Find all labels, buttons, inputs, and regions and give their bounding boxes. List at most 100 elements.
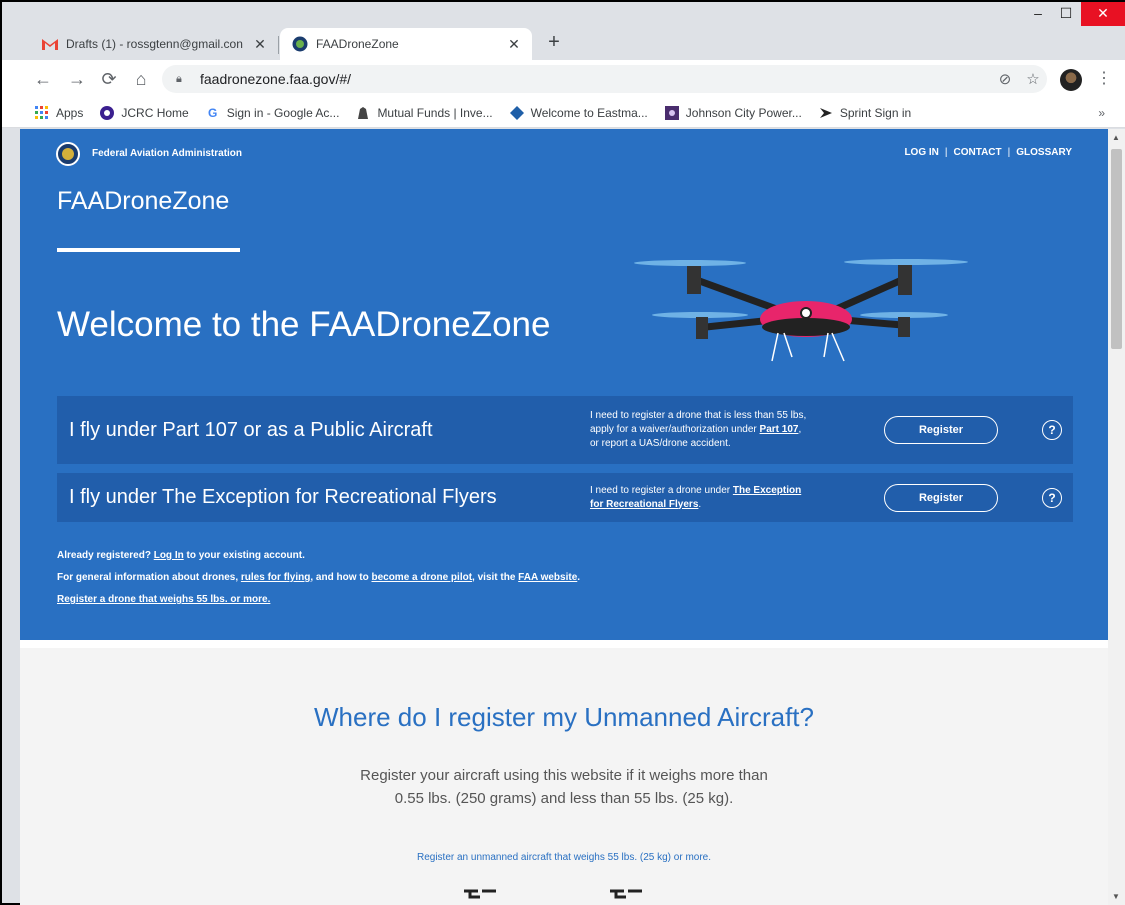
reload-icon[interactable]: ⟳ [98, 68, 120, 90]
scroll-down-arrow-icon[interactable]: ▼ [1112, 892, 1120, 901]
bookmark-mutual-funds[interactable]: Mutual Funds | Inve... [355, 105, 493, 121]
close-window-button[interactable]: ✕ [1081, 2, 1125, 26]
bookmark-jcp[interactable]: Johnson City Power... [664, 105, 802, 121]
note-line: Already registered? Log In to your exist… [57, 545, 580, 567]
desc-text: I need to register a drone under [590, 484, 733, 496]
jcp-icon [664, 105, 680, 121]
option-label: I fly under The Exception for Recreation… [69, 486, 497, 508]
tab-faadronezone[interactable]: FAADroneZone ✕ [280, 28, 532, 60]
home-icon[interactable]: ⌂ [130, 68, 152, 90]
rotor-blade [844, 259, 968, 265]
landing-gear [771, 332, 793, 362]
note-text: to your existing account. [183, 550, 305, 561]
landing-gear [823, 332, 845, 362]
apps-grid-icon [34, 105, 50, 121]
faa-website-link[interactable]: FAA website [518, 572, 577, 583]
help-icon[interactable]: ? [1042, 487, 1062, 508]
forward-arrow-icon[interactable]: → [66, 68, 88, 90]
bookmark-eastman[interactable]: Welcome to Eastma... [509, 105, 648, 121]
profile-avatar[interactable] [1060, 69, 1082, 91]
vertical-scrollbar[interactable]: ▲ ▼ [1108, 129, 1125, 905]
bookmark-star-icon[interactable]: ☆ [1019, 70, 1047, 88]
desc-line: for Recreational Flyers. [590, 498, 801, 512]
glossary-link[interactable]: GLOSSARY [1016, 147, 1072, 158]
close-tab-icon[interactable]: ✕ [250, 36, 270, 53]
window-controls: – ☐ ✕ [1023, 2, 1125, 32]
more-menu-icon[interactable]: ⋮ [1096, 68, 1112, 88]
maximize-button[interactable]: ☐ [1053, 2, 1079, 26]
contact-link[interactable]: CONTACT [954, 147, 1002, 158]
hero-section: Federal Aviation Administration LOG IN |… [20, 129, 1108, 640]
drone-icon [464, 889, 496, 899]
back-arrow-icon[interactable]: ← [32, 68, 54, 90]
gmail-icon [42, 36, 58, 52]
motor [898, 317, 910, 337]
link-separator: | [1007, 147, 1011, 158]
desc-line: or report a UAS/drone accident. [590, 438, 731, 449]
bookmark-label: Johnson City Power... [685, 105, 802, 120]
motor [696, 317, 708, 339]
lock-icon: 🔒︎ [176, 72, 182, 85]
become-pilot-link[interactable]: become a drone pilot [371, 572, 472, 583]
register-55lbs-link[interactable]: Register an unmanned aircraft that weigh… [20, 852, 1108, 863]
eye-off-icon[interactable]: ⊘ [991, 70, 1019, 88]
tab-title: Drafts (1) - rossgtenn@gmail.con [66, 37, 243, 51]
address-bar[interactable]: 🔒︎ faadronezone.faa.gov/#/ ⊘ ☆ [162, 65, 1047, 93]
scroll-up-arrow-icon[interactable]: ▲ [1112, 133, 1120, 142]
bookmark-label: Sprint Sign in [839, 105, 912, 120]
rules-for-flying-link[interactable]: rules for flying [241, 572, 310, 583]
sprint-icon [818, 105, 834, 121]
register-heavy-drone-link[interactable]: Register a drone that weighs 55 lbs. or … [57, 594, 270, 605]
drone-illustration [634, 259, 968, 362]
desc-line: apply for a waiver/authorization under P… [590, 423, 806, 437]
welcome-heading: Welcome to the FAADroneZone [57, 305, 551, 344]
faa-seal-icon [292, 36, 308, 52]
option-part107: I fly under Part 107 or as a Public Airc… [57, 396, 1073, 464]
browser-toolbar: ← → ⟳ ⌂ 🔒︎ faadronezone.faa.gov/#/ ⊘ ☆ ⋮ [2, 60, 1125, 98]
note-text: , visit the [472, 572, 519, 583]
scrollbar-thumb[interactable] [1111, 149, 1122, 349]
part107-link[interactable]: Part 107 [760, 424, 799, 435]
bookmark-label: Mutual Funds | Inve... [377, 105, 493, 120]
note-text: , and how to [310, 572, 372, 583]
drone-arm [692, 275, 784, 315]
browser-window: Drafts (1) - rossgtenn@gmail.con ✕ FAADr… [0, 0, 1125, 905]
bookmark-google[interactable]: G Sign in - Google Ac... [205, 105, 339, 121]
note-text: For general information about drones, [57, 572, 241, 583]
tab-strip: Drafts (1) - rossgtenn@gmail.con ✕ FAADr… [2, 2, 1125, 60]
close-tab-icon[interactable]: ✕ [504, 36, 524, 53]
rotor-blade [634, 260, 746, 266]
bookmark-sprint[interactable]: Sprint Sign in [818, 105, 911, 121]
section-divider [20, 640, 1108, 648]
top-links: LOG IN | CONTACT | GLOSSARY [904, 147, 1072, 158]
bookmark-apps[interactable]: Apps [34, 105, 83, 121]
faa-seal-icon[interactable] [56, 142, 80, 166]
desc-text: apply for a waiver/authorization under [590, 424, 760, 435]
recreational-flyers-link[interactable]: for Recreational Flyers [590, 499, 698, 510]
option-description: I need to register a drone that is less … [590, 409, 806, 451]
minimize-button[interactable]: – [1025, 2, 1051, 26]
bookmarks-overflow-icon[interactable]: » [1098, 106, 1105, 120]
help-icon[interactable]: ? [1042, 420, 1062, 440]
bookmark-label: JCRC Home [121, 105, 189, 120]
login-link[interactable]: LOG IN [904, 147, 938, 158]
agency-name[interactable]: Federal Aviation Administration [92, 148, 242, 159]
note-text: . [577, 572, 581, 583]
exception-link[interactable]: The Exception [733, 485, 801, 496]
drone-camera [800, 307, 812, 319]
tab-gmail[interactable]: Drafts (1) - rossgtenn@gmail.con ✕ [30, 28, 278, 60]
new-tab-button[interactable]: + [542, 30, 566, 54]
login-inline-link[interactable]: Log In [154, 550, 184, 561]
desc-line: I need to register a drone under The Exc… [590, 484, 801, 498]
register-part107-button[interactable]: Register [884, 416, 998, 444]
register-recreational-button[interactable]: Register [884, 483, 998, 512]
tab-title: FAADroneZone [316, 37, 399, 51]
desc-line: Register your aircraft using this websit… [360, 767, 768, 784]
brand-underline [57, 248, 240, 252]
motor [687, 266, 701, 294]
drone-arm [830, 275, 906, 315]
bookmark-jcrc[interactable]: JCRC Home [99, 105, 189, 121]
note-line: Register a drone that weighs 55 lbs. or … [57, 589, 580, 611]
option-description: I need to register a drone under The Exc… [590, 484, 801, 512]
site-brand: FAADroneZone [57, 187, 230, 215]
